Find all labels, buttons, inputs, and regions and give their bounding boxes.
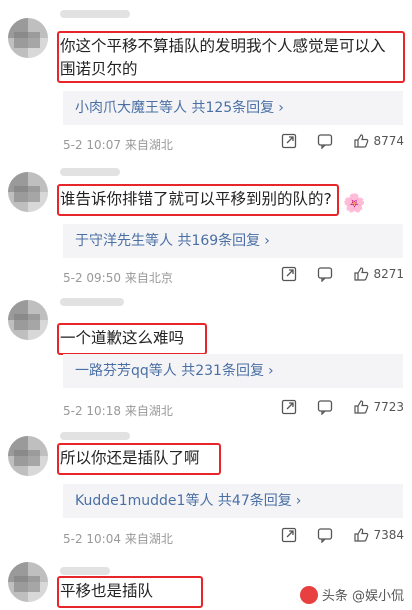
like-count: 8774 xyxy=(373,134,404,148)
avatar[interactable] xyxy=(8,436,48,476)
avatar[interactable] xyxy=(8,562,48,602)
comment-actions: 7384 xyxy=(281,527,404,543)
avatar[interactable] xyxy=(8,18,48,58)
comment-text: 谁告诉你排错了就可以平移到别的队的? xyxy=(60,190,332,208)
comment-icon[interactable] xyxy=(317,527,333,543)
watermark-text: 头条 @娱小侃 xyxy=(321,589,404,604)
reply-count: 共231条回复 xyxy=(181,363,264,379)
comment-icon[interactable] xyxy=(317,266,333,282)
like-button[interactable]: 8271 xyxy=(353,266,404,282)
flower-sticker: 🌸 xyxy=(343,193,366,214)
comment-actions: 7723 xyxy=(281,399,404,415)
timestamp: 5-2 09:50 xyxy=(63,271,121,285)
comment-meta: 5-2 10:07 来自湖北 xyxy=(63,136,173,153)
avatar[interactable] xyxy=(8,172,48,212)
like-button[interactable]: 7723 xyxy=(353,399,404,415)
comment-meta: 5-2 09:50 来自北京 xyxy=(63,269,173,286)
reply-users: Kudde1mudde1等人 xyxy=(75,493,214,509)
comment-icon[interactable] xyxy=(317,133,333,149)
reply-count: 共169条回复 xyxy=(177,233,261,249)
chevron-right-icon: › xyxy=(278,100,284,116)
location: 来自湖北 xyxy=(124,138,173,152)
comment-icon[interactable] xyxy=(317,399,333,415)
comment-actions: 8774 xyxy=(281,133,404,149)
share-icon[interactable] xyxy=(281,527,297,543)
share-icon[interactable] xyxy=(281,266,297,282)
reply-count: 共125条回复 xyxy=(191,100,275,116)
watermark: 头条 @娱小侃 xyxy=(299,585,404,604)
username-blurred xyxy=(60,298,124,306)
reply-summary[interactable]: 于守洋先生等人 共169条回复 › xyxy=(63,224,403,258)
like-count: 8271 xyxy=(373,267,404,281)
location: 来自北京 xyxy=(124,271,173,285)
reply-users: 于守洋先生等人 xyxy=(75,233,173,249)
location: 来自湖北 xyxy=(124,404,173,418)
timestamp: 5-2 10:18 xyxy=(63,404,121,418)
like-button[interactable]: 8774 xyxy=(353,133,404,149)
thumbs-up-icon xyxy=(353,266,369,282)
chevron-right-icon: › xyxy=(295,493,302,509)
comment-text: 一个道歉这么难吗 xyxy=(60,329,185,347)
share-icon[interactable] xyxy=(281,133,297,149)
reply-summary[interactable]: 小肉爪大魔王等人 共125条回复 › xyxy=(63,91,403,125)
reply-users: 一路芬芳qq等人 xyxy=(75,363,177,379)
comment-actions: 8271 xyxy=(281,266,404,282)
comment-meta: 5-2 10:04 来自湖北 xyxy=(63,530,173,547)
comment-text: 你这个平移不算插队的发明我个人感觉是可以入围诺贝尔的 xyxy=(60,37,386,78)
like-count: 7384 xyxy=(373,528,404,542)
location: 来自湖北 xyxy=(124,532,173,546)
comment-meta: 5-2 10:18 来自湖北 xyxy=(63,402,173,419)
username-blurred xyxy=(60,567,110,575)
username-blurred xyxy=(60,168,120,176)
avatar[interactable] xyxy=(8,300,48,340)
chevron-right-icon: › xyxy=(267,363,274,379)
reply-summary[interactable]: Kudde1mudde1等人 共47条回复 › xyxy=(63,484,403,518)
thumbs-up-icon xyxy=(353,399,369,415)
comment-text: 所以你还是插队了啊 xyxy=(60,449,200,467)
share-icon[interactable] xyxy=(281,399,297,415)
thumbs-up-icon xyxy=(353,133,369,149)
reply-users: 小肉爪大魔王等人 xyxy=(75,100,187,116)
reply-count: 共47条回复 xyxy=(217,493,292,509)
timestamp: 5-2 10:04 xyxy=(63,532,121,546)
comment-text: 平移也是插队 xyxy=(60,582,154,600)
reply-summary[interactable]: 一路芬芳qq等人 共231条回复 › xyxy=(63,354,403,388)
chevron-right-icon: › xyxy=(264,233,270,249)
like-button[interactable]: 7384 xyxy=(353,527,404,543)
username-blurred xyxy=(60,432,130,440)
thumbs-up-icon xyxy=(353,527,369,543)
like-count: 7723 xyxy=(373,400,404,414)
toutiao-logo-icon xyxy=(299,585,318,604)
username-blurred xyxy=(60,10,130,18)
timestamp: 5-2 10:07 xyxy=(63,138,121,152)
